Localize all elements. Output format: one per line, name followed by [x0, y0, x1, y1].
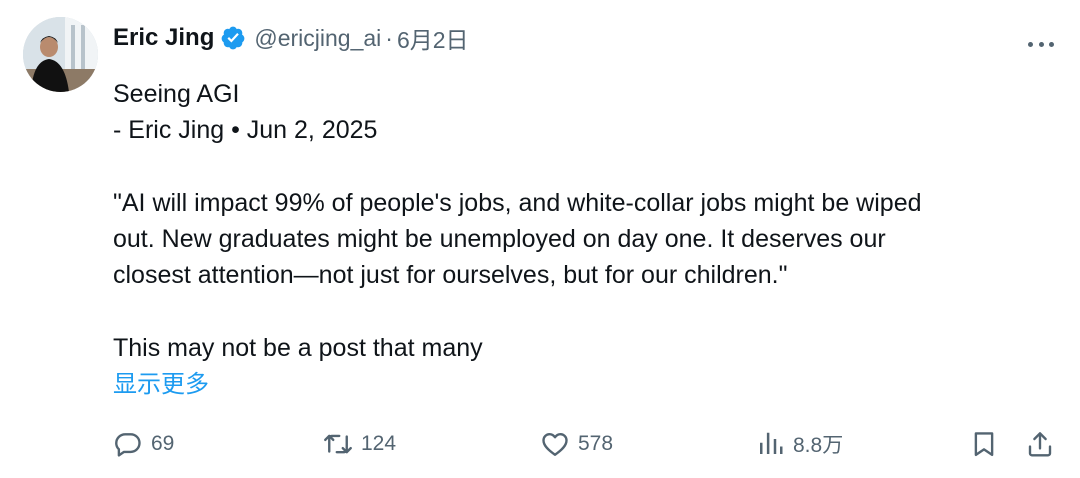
reply-button[interactable]: 69 [113, 424, 174, 464]
views-button[interactable]: 8.8万 [755, 424, 843, 464]
more-dots-icon[interactable] [1028, 36, 1054, 52]
tweet-card: Eric Jing @ericjing_ai · 6月2日 Seeing AGI… [0, 0, 1080, 478]
bookmark-button[interactable] [969, 424, 999, 464]
share-button[interactable] [1025, 424, 1055, 464]
retweet-button[interactable]: 124 [323, 424, 396, 464]
heart-icon [542, 432, 568, 456]
header-separator: · [385, 24, 393, 51]
views-count: 8.8万 [793, 434, 844, 457]
like-count: 578 [578, 432, 614, 455]
show-more-link[interactable]: 显示更多 [113, 367, 209, 403]
tweet-text-line: out. New graduates might be unemployed o… [113, 225, 886, 253]
share-icon [1028, 432, 1052, 457]
reply-count: 69 [151, 432, 175, 455]
like-button[interactable]: 578 [540, 424, 613, 464]
post-date[interactable]: 6月2日 [397, 21, 469, 55]
bookmark-icon [974, 432, 994, 457]
verified-badge-icon[interactable] [220, 25, 246, 51]
tweet-text: Seeing AGI - Eric Jing • Jun 2, 2025 "AI… [113, 76, 1053, 403]
more-dot [1028, 41, 1033, 47]
tweet-text-line: This may not be a post that many [113, 334, 483, 362]
more-dot [1049, 41, 1054, 47]
display-name[interactable]: Eric Jing [113, 24, 214, 52]
retweet-icon [324, 434, 352, 454]
tweet-header: Eric Jing @ericjing_ai · 6月2日 [113, 20, 469, 56]
more-dot [1038, 41, 1044, 47]
retweet-count: 124 [361, 432, 397, 455]
handle[interactable]: @ericjing_ai [254, 25, 381, 52]
tweet-text-line: - Eric Jing • Jun 2, 2025 [113, 116, 378, 144]
avatar-photo [23, 17, 98, 92]
reply-icon [115, 433, 141, 457]
tweet-text-line: "AI will impact 99% of people's jobs, an… [113, 189, 922, 217]
avatar[interactable] [23, 17, 98, 92]
views-icon [760, 432, 783, 454]
tweet-text-line: closest attention—not just for ourselves… [113, 261, 788, 289]
action-bar: 69 124 578 8.8万 [113, 424, 1058, 464]
tweet-text-line: Seeing AGI [113, 80, 240, 108]
